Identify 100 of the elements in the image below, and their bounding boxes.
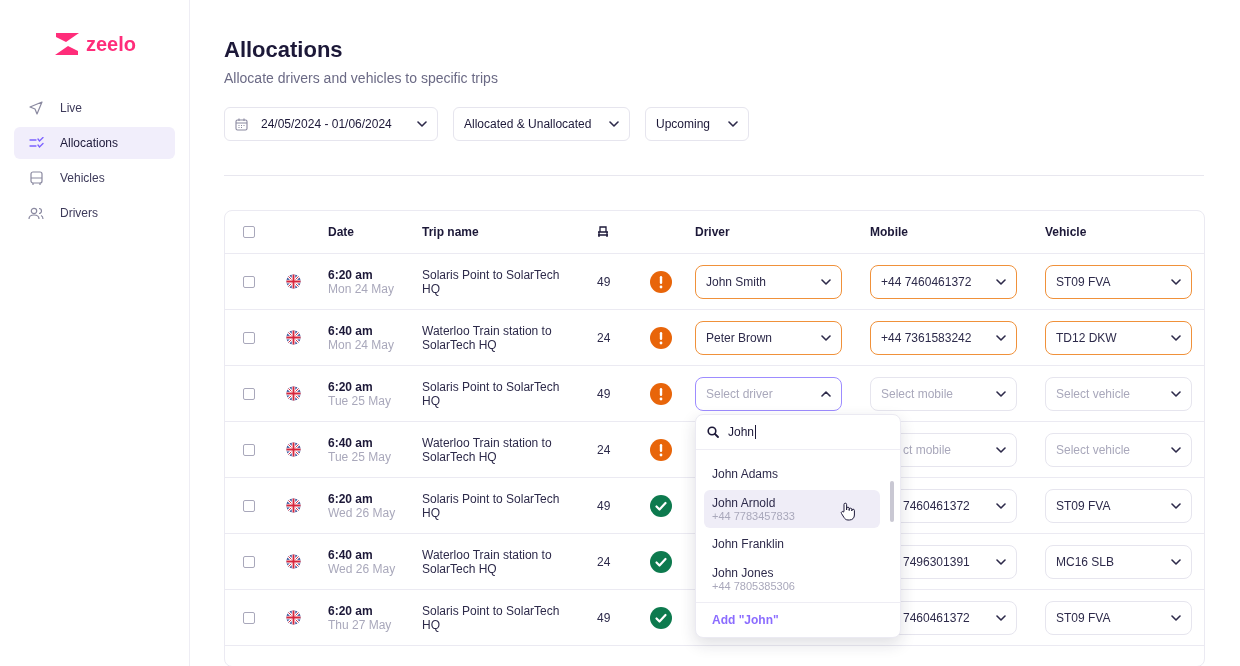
- filter-dropdown[interactable]: Upcoming: [645, 107, 749, 141]
- checkbox[interactable]: [243, 387, 255, 400]
- nav-item[interactable]: Drivers: [14, 197, 175, 229]
- vehicle-select[interactable]: TD12 DKW: [1045, 320, 1192, 355]
- chevron-icon: [1171, 334, 1181, 341]
- trip-day: Mon 24 May: [328, 337, 422, 352]
- filter-dropdown[interactable]: 24/05/2024 - 01/06/2024: [224, 107, 438, 141]
- trip-time: 6:20 am: [328, 603, 374, 618]
- checkbox[interactable]: [243, 555, 255, 568]
- users-icon: [28, 206, 44, 220]
- uk-flag-icon: [286, 386, 301, 401]
- checklist-icon: [28, 137, 44, 149]
- uk-flag-icon: [286, 554, 301, 569]
- hand-pointer-icon: [840, 502, 856, 521]
- chevron-icon: [1171, 446, 1181, 453]
- chevron-icon: [821, 390, 831, 397]
- trip-day: Tue 25 May: [328, 449, 422, 464]
- nav-item[interactable]: Vehicles: [14, 162, 175, 194]
- chevron-icon: [417, 121, 427, 127]
- chevron-icon: [1171, 558, 1181, 565]
- driver-option[interactable]: John Arnold +44 7783457833: [704, 490, 880, 528]
- vehicle-select[interactable]: ST09 FVA: [1045, 488, 1192, 523]
- logo-text: zeelo: [86, 33, 137, 55]
- column-header: Date: [328, 224, 355, 241]
- chevron-icon: [1171, 390, 1181, 397]
- trip-name: Solaris Point to SolarTech HQ: [422, 267, 561, 296]
- vehicle-select[interactable]: ST09 FVA: [1045, 264, 1192, 299]
- chevron-icon: [996, 278, 1006, 285]
- trip-time: 6:40 am: [328, 323, 374, 338]
- calendar-icon: [235, 117, 248, 131]
- send-icon: [29, 101, 43, 115]
- trip-name: Waterloo Train station to SolarTech HQ: [422, 547, 553, 576]
- chevron-icon: [821, 278, 831, 285]
- checkbox[interactable]: [243, 499, 255, 512]
- nav-item[interactable]: Live: [14, 92, 175, 124]
- filter-dropdown[interactable]: Allocated & Unallocated: [453, 107, 630, 141]
- chevron-icon: [996, 502, 1006, 509]
- seat-count: 24: [597, 554, 611, 569]
- chevron-icon: [996, 558, 1006, 565]
- uk-flag-icon: [286, 498, 301, 513]
- chevron-icon: [821, 334, 831, 341]
- nav-item[interactable]: Allocations: [14, 127, 175, 159]
- trip-time: 6:20 am: [328, 267, 374, 282]
- chevron-icon: [1171, 502, 1181, 509]
- trip-time: 6:20 am: [328, 379, 374, 394]
- scrollbar[interactable]: [890, 481, 894, 522]
- column-header: Mobile: [870, 224, 909, 241]
- trip-day: Tue 25 May: [328, 393, 422, 408]
- chevron-icon: [609, 121, 619, 127]
- uk-flag-icon: [286, 610, 301, 625]
- trip-name: Solaris Point to SolarTech HQ: [422, 379, 561, 408]
- chevron-icon: [996, 614, 1006, 621]
- column-header: Vehicle: [1045, 224, 1088, 241]
- column-header: Driver: [695, 224, 731, 241]
- trip-day: Wed 26 May: [328, 505, 422, 520]
- checkbox[interactable]: [243, 331, 255, 344]
- vehicle-select[interactable]: MC16 SLB: [1045, 544, 1192, 579]
- add-driver-link[interactable]: Add "John": [712, 611, 779, 629]
- trip-name: Solaris Point to SolarTech HQ: [422, 491, 561, 520]
- seat-icon: [597, 226, 609, 238]
- trip-time: 6:20 am: [328, 491, 374, 506]
- checkbox[interactable]: [243, 611, 255, 624]
- mobile-select[interactable]: +44 7361583242: [870, 320, 1017, 355]
- search-icon: [707, 426, 719, 438]
- uk-flag-icon: [286, 442, 301, 457]
- trip-name: Solaris Point to SolarTech HQ: [422, 603, 561, 632]
- trip-time: 6:40 am: [328, 435, 374, 450]
- trip-name: Waterloo Train station to SolarTech HQ: [422, 435, 553, 464]
- mobile-select[interactable]: +44 7460461372: [870, 264, 1017, 299]
- chevron-icon: [996, 390, 1006, 397]
- trip-name: Waterloo Train station to SolarTech HQ: [422, 323, 553, 352]
- seat-count: 49: [597, 498, 611, 513]
- logo-icon: [54, 33, 80, 55]
- trip-day: Thu 27 May: [328, 617, 422, 632]
- driver-select[interactable]: John Smith: [695, 264, 842, 299]
- trip-time: 6:40 am: [328, 547, 374, 562]
- vehicle-select[interactable]: ST09 FVA: [1045, 600, 1192, 635]
- uk-flag-icon: [286, 274, 301, 289]
- chevron-icon: [728, 121, 738, 127]
- chevron-icon: [1171, 278, 1181, 285]
- seat-count: 24: [597, 442, 611, 457]
- driver-select[interactable]: Peter Brown: [695, 320, 842, 355]
- chevron-icon: [996, 334, 1006, 341]
- seat-count: 49: [597, 274, 611, 289]
- seat-count: 49: [597, 386, 611, 401]
- uk-flag-icon: [286, 330, 301, 345]
- column-header: Trip name: [422, 224, 480, 241]
- checkbox[interactable]: [243, 226, 255, 238]
- checkbox[interactable]: [243, 443, 255, 456]
- page-title: Allocations: [224, 36, 344, 64]
- chevron-icon: [1171, 614, 1181, 621]
- chevron-icon: [996, 446, 1006, 453]
- page-subtitle: Allocate drivers and vehicles to specific trips: [224, 69, 499, 88]
- trip-day: Wed 26 May: [328, 561, 422, 576]
- search-field[interactable]: John: [696, 415, 900, 450]
- bus-icon: [29, 170, 43, 186]
- seat-count: 49: [597, 610, 611, 625]
- seat-count: 24: [597, 330, 611, 345]
- trip-day: Mon 24 May: [328, 281, 422, 296]
- checkbox[interactable]: [243, 275, 255, 288]
